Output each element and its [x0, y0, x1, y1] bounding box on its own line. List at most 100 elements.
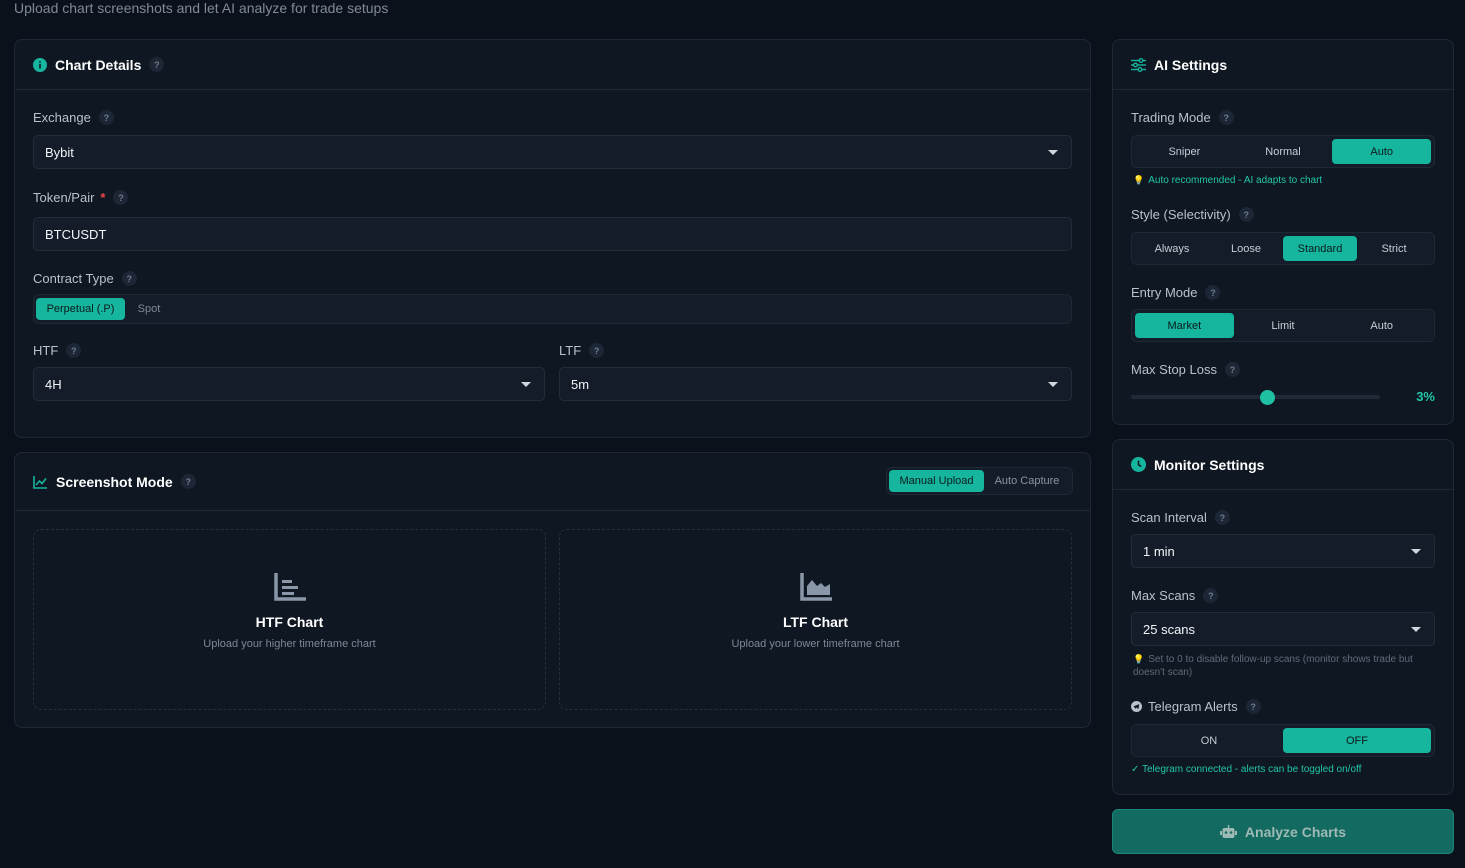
htf-upload-dropzone[interactable]: HTF Chart Upload your higher timeframe c…	[33, 529, 546, 710]
area-chart-icon	[799, 572, 833, 602]
mode-auto-capture[interactable]: Auto Capture	[984, 471, 1070, 491]
screenshot-mode-title: Screenshot Mode	[56, 473, 173, 490]
help-icon[interactable]: ?	[98, 110, 114, 125]
help-icon[interactable]: ?	[66, 343, 82, 358]
max-scans-label-text: Max Scans	[1131, 588, 1196, 603]
chevron-down-icon	[521, 382, 531, 387]
telegram-hint: ✓ Telegram connected - alerts can be tog…	[1131, 764, 1362, 775]
exchange-select[interactable]: Bybit	[33, 135, 1072, 169]
entry-mode-toggle: Market Limit Auto	[1131, 309, 1435, 342]
chevron-down-icon	[1048, 382, 1058, 387]
ai-settings-title: AI Settings	[1154, 56, 1228, 73]
token-input[interactable]: BTCUSDT	[33, 217, 1072, 251]
analyze-charts-button[interactable]: Analyze Charts	[1112, 809, 1454, 854]
scan-interval-value: 1 min	[1143, 543, 1175, 559]
screenshot-mode-card: Screenshot Mode ? Manual Upload Auto Cap…	[14, 452, 1091, 728]
scan-interval-label-text: Scan Interval	[1131, 510, 1207, 525]
chevron-down-icon	[1411, 549, 1421, 554]
chart-details-header: Chart Details ?	[15, 40, 1090, 90]
trading-mode-hint: 💡 Auto recommended - AI adapts to chart	[1133, 174, 1322, 187]
token-label-text: Token/Pair	[33, 190, 95, 205]
ltf-value: 5m	[571, 376, 590, 392]
help-icon[interactable]: ?	[180, 474, 196, 489]
help-icon[interactable]: ?	[589, 343, 605, 358]
scan-interval-select[interactable]: 1 min	[1131, 534, 1435, 568]
trading-mode-label: Trading Mode ?	[1131, 110, 1234, 125]
token-value: BTCUSDT	[45, 226, 107, 242]
sliders-icon	[1131, 57, 1146, 72]
style-always[interactable]: Always	[1135, 236, 1209, 261]
info-icon	[33, 57, 47, 72]
trading-mode-toggle: Sniper Normal Auto	[1131, 135, 1435, 168]
max-stop-loss-label: Max Stop Loss ?	[1131, 362, 1240, 377]
entry-mode-auto[interactable]: Auto	[1332, 313, 1431, 338]
help-icon[interactable]: ?	[113, 190, 129, 205]
telegram-on[interactable]: ON	[1135, 728, 1283, 753]
ai-settings-card: AI Settings Trading Mode ? Sniper Normal…	[1112, 39, 1454, 425]
max-stop-loss-slider[interactable]	[1131, 389, 1380, 405]
max-scans-label: Max Scans ?	[1131, 588, 1219, 603]
chart-details-card: Chart Details ? Exchange ? Bybit Token/P…	[14, 39, 1091, 438]
robot-icon	[1219, 824, 1237, 839]
entry-mode-market[interactable]: Market	[1135, 313, 1234, 338]
contract-type-label: Contract Type ?	[33, 271, 137, 286]
style-standard[interactable]: Standard	[1283, 236, 1357, 261]
help-icon[interactable]: ?	[1205, 285, 1221, 300]
telegram-label: Telegram Alerts ?	[1131, 699, 1261, 714]
required-mark: *	[100, 190, 106, 205]
style-strict[interactable]: Strict	[1357, 236, 1431, 261]
telegram-label-text: Telegram Alerts	[1148, 699, 1238, 714]
contract-option-perpetual[interactable]: Perpetual (.P)	[36, 298, 125, 320]
style-label: Style (Selectivity) ?	[1131, 207, 1254, 222]
help-icon[interactable]: ?	[149, 57, 165, 72]
help-icon[interactable]: ?	[1245, 699, 1261, 714]
max-scans-select[interactable]: 25 scans	[1131, 612, 1435, 646]
chevron-down-icon	[1411, 627, 1421, 632]
ltf-label: LTF ?	[559, 343, 605, 358]
max-scans-hint-text: Set to 0 to disable follow-up scans (mon…	[1133, 654, 1413, 678]
trading-mode-auto[interactable]: Auto	[1332, 139, 1432, 164]
ltf-select[interactable]: 5m	[559, 367, 1072, 401]
exchange-value: Bybit	[45, 144, 74, 160]
ltf-label-text: LTF	[559, 343, 582, 358]
clock-icon	[1131, 457, 1146, 472]
chart-details-title: Chart Details	[55, 56, 142, 73]
trading-mode-sniper[interactable]: Sniper	[1135, 139, 1234, 164]
ltf-upload-dropzone[interactable]: LTF Chart Upload your lower timeframe ch…	[559, 529, 1072, 710]
max-stop-loss-value: 3%	[1416, 389, 1435, 404]
style-toggle: Always Loose Standard Strict	[1131, 232, 1435, 265]
telegram-icon	[1131, 701, 1142, 712]
monitor-settings-title: Monitor Settings	[1154, 456, 1265, 473]
page-subtitle: Upload chart screenshots and let AI anal…	[14, 0, 389, 16]
help-icon[interactable]: ?	[1203, 588, 1219, 603]
style-loose[interactable]: Loose	[1209, 236, 1283, 261]
ltf-upload-subtitle: Upload your lower timeframe chart	[731, 638, 900, 650]
help-icon[interactable]: ?	[1214, 510, 1230, 525]
help-icon[interactable]: ?	[1218, 110, 1234, 125]
telegram-off[interactable]: OFF	[1283, 728, 1431, 753]
htf-select[interactable]: 4H	[33, 367, 545, 401]
help-icon[interactable]: ?	[121, 271, 137, 286]
contract-option-spot[interactable]: Spot	[125, 298, 173, 320]
mode-manual-upload[interactable]: Manual Upload	[889, 470, 984, 492]
scan-interval-label: Scan Interval ?	[1131, 510, 1230, 525]
help-icon[interactable]: ?	[1238, 207, 1254, 222]
ltf-upload-title: LTF Chart	[782, 614, 849, 630]
htf-label-text: HTF	[33, 343, 59, 358]
max-scans-hint: 💡 Set to 0 to disable follow-up scans (mo…	[1133, 653, 1437, 679]
htf-upload-title: HTF Chart	[255, 614, 324, 630]
help-icon[interactable]: ?	[1225, 362, 1240, 377]
lightbulb-icon: 💡	[1133, 654, 1145, 664]
entry-mode-limit[interactable]: Limit	[1234, 313, 1333, 338]
screenshot-mode-toggle: Manual Upload Auto Capture	[886, 467, 1073, 495]
token-label: Token/Pair * ?	[33, 190, 129, 205]
htf-label: HTF ?	[33, 343, 82, 358]
trading-mode-normal[interactable]: Normal	[1234, 139, 1333, 164]
style-label-text: Style (Selectivity)	[1131, 207, 1231, 222]
chevron-down-icon	[1048, 150, 1058, 155]
ai-settings-header: AI Settings	[1113, 40, 1453, 90]
analyze-charts-label: Analyze Charts	[1244, 823, 1347, 840]
exchange-label: Exchange ?	[33, 110, 114, 125]
entry-mode-label-text: Entry Mode	[1131, 285, 1198, 300]
slider-thumb[interactable]	[1260, 389, 1276, 405]
